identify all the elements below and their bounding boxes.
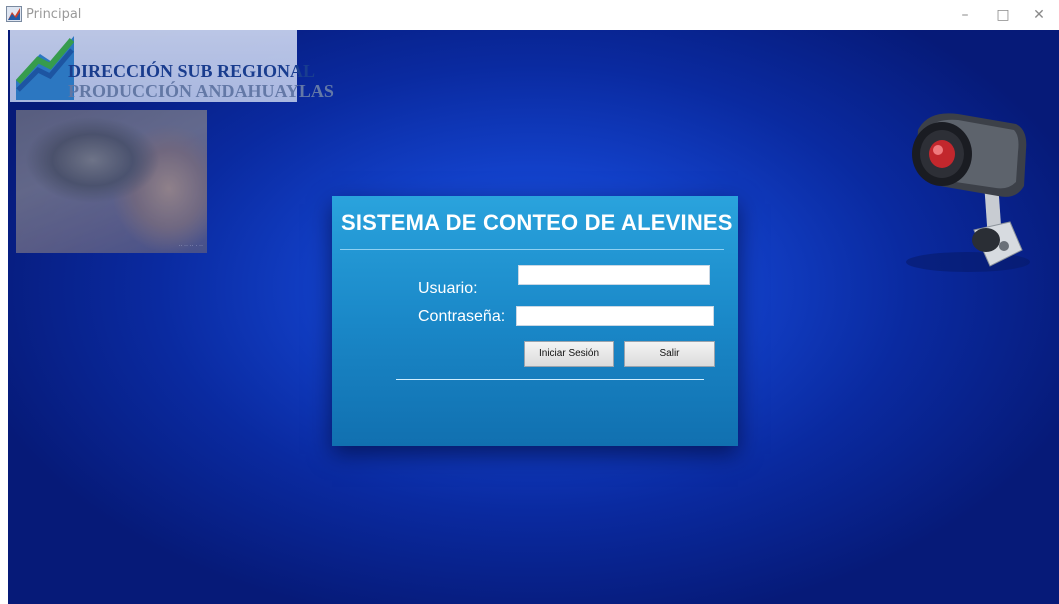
main-area: DIRECCIÓN SUB REGIONAL PRODUCCIÓN ANDAHU…: [8, 30, 1059, 604]
title-bar: Principal – □ ✕: [0, 0, 1059, 30]
security-camera-icon: [906, 113, 1030, 272]
minimize-button[interactable]: –: [950, 3, 980, 27]
logo-chart-icon: [16, 36, 74, 100]
fish-photo: ·· ·· ·· · ··: [16, 110, 207, 253]
window-title: Principal: [26, 7, 82, 22]
bottom-divider: [396, 379, 704, 380]
logo-line-2: PRODUCCIÓN ANDAHUAYLAS: [68, 81, 334, 101]
login-panel: SISTEMA DE CONTEO DE ALEVINES Usuario: C…: [332, 196, 738, 446]
exit-button[interactable]: Salir: [624, 341, 715, 367]
maximize-button[interactable]: □: [988, 3, 1018, 27]
institution-logo: DIRECCIÓN SUB REGIONAL PRODUCCIÓN ANDAHU…: [10, 30, 334, 102]
title-divider: [340, 249, 724, 250]
system-title: SISTEMA DE CONTEO DE ALEVINES: [341, 210, 733, 235]
login-button[interactable]: Iniciar Sesión: [524, 341, 614, 367]
window-left-edge: [0, 30, 8, 604]
app-icon: [6, 6, 22, 22]
close-button[interactable]: ✕: [1024, 3, 1054, 27]
password-input[interactable]: [516, 306, 714, 326]
logo-line-1: DIRECCIÓN SUB REGIONAL: [68, 61, 316, 81]
photo-caption: ·· ·· ·· · ··: [178, 243, 203, 249]
password-label: Contraseña:: [418, 308, 506, 325]
username-label: Usuario:: [418, 280, 478, 297]
username-input[interactable]: [518, 265, 710, 285]
